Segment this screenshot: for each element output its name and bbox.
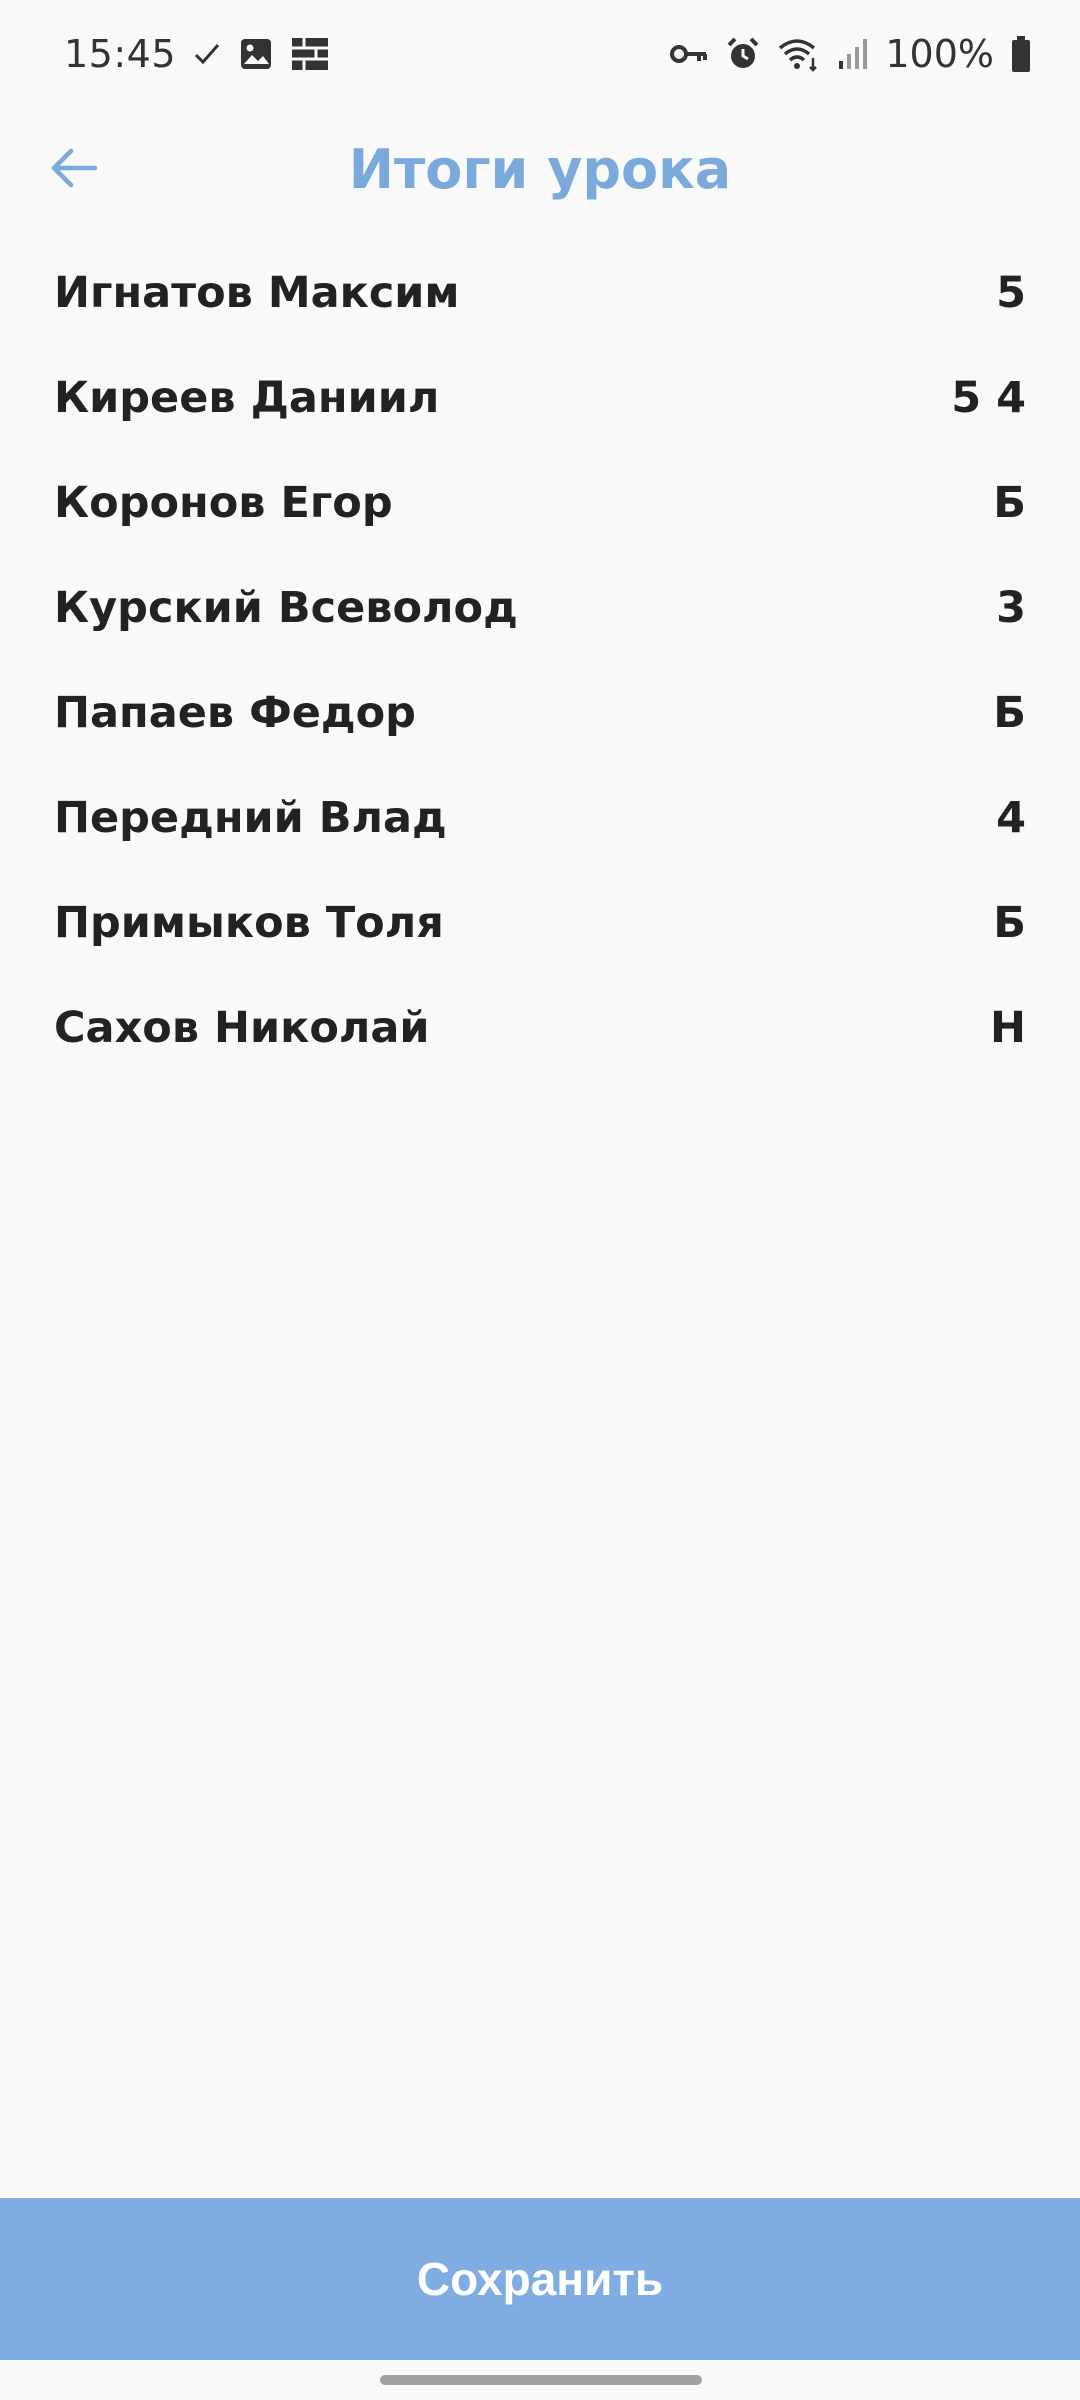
student-name: Киреев Даниил [54,372,440,423]
student-grade: Б [993,477,1026,528]
status-time: 15:45 [64,32,177,76]
student-grade: Б [993,687,1026,738]
result-row[interactable]: Папаев Федор Б [0,660,1080,765]
student-name: Игнатов Максим [54,267,460,318]
status-left: 15:45 [64,32,330,76]
battery-icon [1010,35,1032,73]
student-name: Сахов Николай [54,1002,430,1053]
page-title: Итоги урока [348,138,732,201]
vpn-key-icon [669,39,709,69]
result-row[interactable]: Игнатов Максим 5 [0,240,1080,345]
status-bar: 15:45 100% [0,0,1080,108]
result-row[interactable]: Киреев Даниил 5 4 [0,345,1080,450]
status-right: 100% [669,32,1032,76]
home-gesture-bar[interactable] [380,2375,702,2385]
student-grade: 3 [996,582,1026,633]
save-button[interactable]: Сохранить [0,2198,1080,2360]
battery-percent: 100% [885,32,994,76]
results-list: Игнатов Максим 5 Киреев Даниил 5 4 Корон… [0,240,1080,1080]
check-icon [192,39,222,69]
alarm-icon [725,36,761,72]
screen: 15:45 100% Итоги урока Игнатов Максим 5 … [0,0,1080,2400]
student-name: Коронов Егор [54,477,393,528]
header: Итоги урока [0,108,1080,226]
student-grade: 5 [996,267,1026,318]
student-name: Курский Всеволод [54,582,518,633]
result-row[interactable]: Передний Влад 4 [0,765,1080,870]
student-grade: Н [990,1002,1026,1053]
signal-icon [837,37,869,71]
result-row[interactable]: Сахов Николай Н [0,975,1080,1080]
result-row[interactable]: Примыков Толя Б [0,870,1080,975]
result-row[interactable]: Курский Всеволод 3 [0,555,1080,660]
student-grade: 5 4 [951,372,1026,423]
student-grade: 4 [996,792,1026,843]
student-name: Папаев Федор [54,687,416,738]
student-name: Примыков Толя [54,897,444,948]
wifi-icon [777,36,821,72]
image-icon [238,36,274,72]
save-button-label: Сохранить [416,2253,664,2305]
student-name: Передний Влад [54,792,447,843]
student-grade: Б [993,897,1026,948]
grid-icon [290,36,330,72]
result-row[interactable]: Коронов Егор Б [0,450,1080,555]
